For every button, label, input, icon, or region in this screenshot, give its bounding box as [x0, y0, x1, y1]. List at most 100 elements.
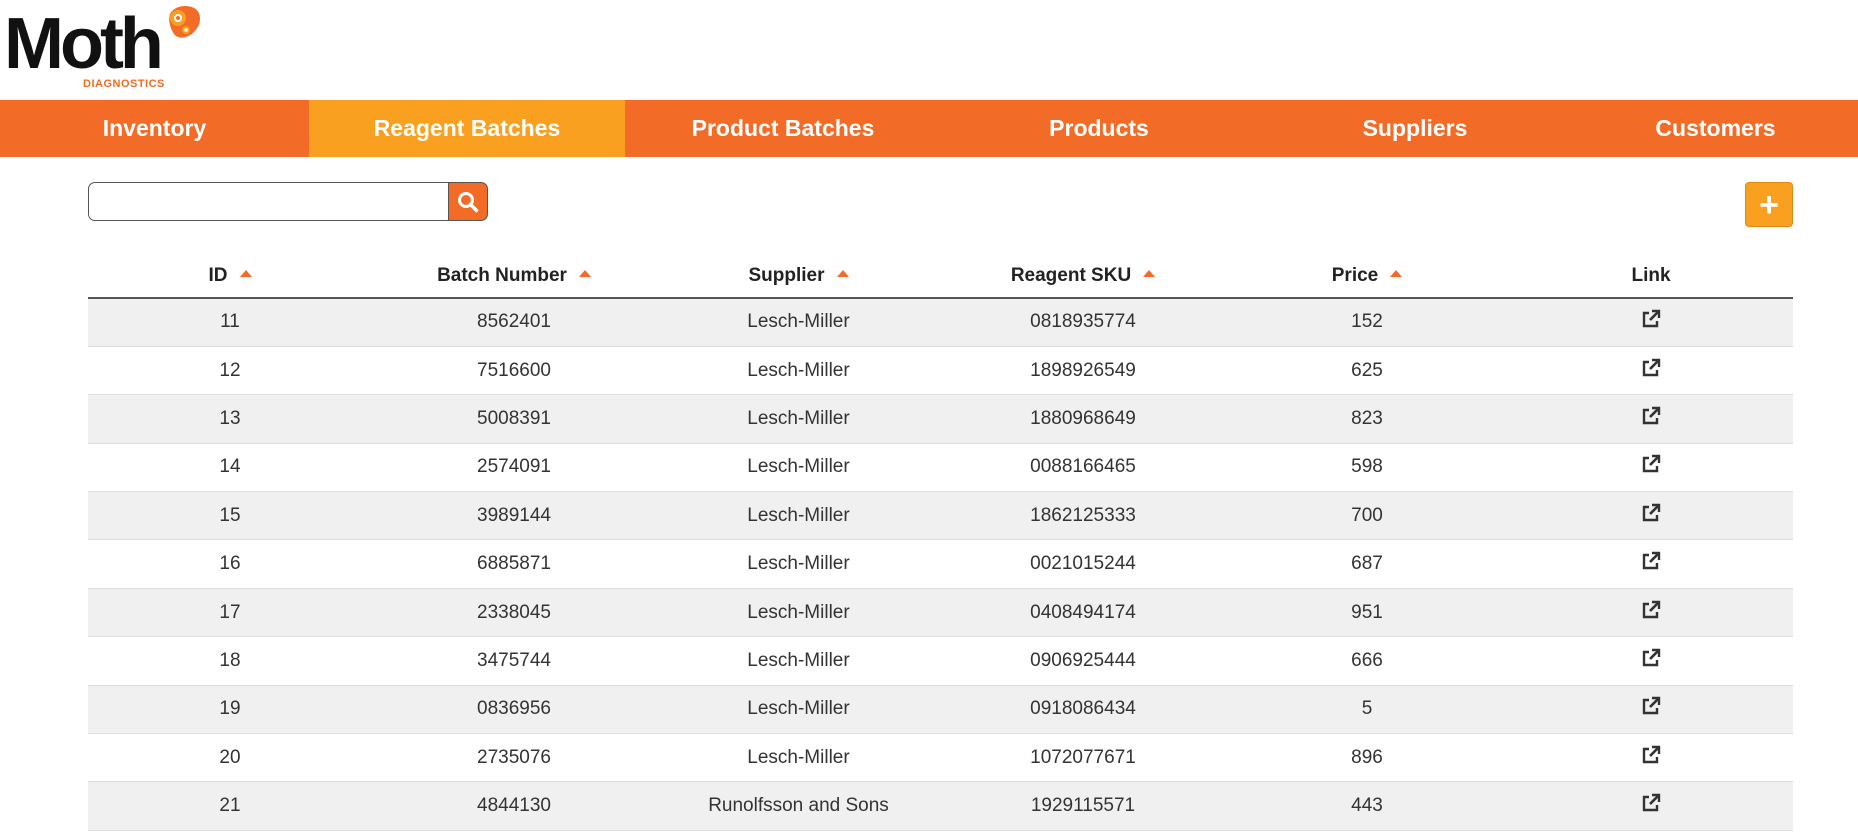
cell-batch-number: 0836956 [372, 685, 656, 735]
external-link-icon[interactable] [1641, 600, 1661, 626]
cell-link [1509, 394, 1793, 444]
nav-item-label: Customers [1655, 115, 1776, 141]
nav-item-inventory[interactable]: Inventory [0, 100, 309, 157]
external-link-icon[interactable] [1641, 454, 1661, 480]
main-nav: Inventory Reagent Batches Product Batche… [0, 100, 1858, 157]
external-link-icon[interactable] [1641, 406, 1661, 432]
external-link-icon[interactable] [1641, 696, 1661, 722]
nav-item-label: Reagent Batches [373, 115, 561, 141]
search-icon [458, 191, 479, 212]
cell-price: 443 [1225, 781, 1509, 831]
cell-link [1509, 491, 1793, 541]
column-header-label: Reagent SKU [1010, 265, 1132, 286]
logo-subtitle: DIAGNOSTICS [83, 78, 165, 90]
logo-wordmark: Moth [4, 4, 164, 84]
nav-item-product-batches[interactable]: Product Batches [625, 100, 941, 157]
logo[interactable]: Moth DIAGNOSTICS [4, 4, 204, 94]
sort-asc-icon[interactable] [1390, 270, 1403, 278]
table-header-row: ID Batch Number Supplier Reagent SKU Pri… [88, 255, 1793, 299]
table-row: 19 0836956 Lesch-Miller 0918086434 5 [88, 685, 1793, 735]
external-link-icon[interactable] [1641, 358, 1661, 384]
column-header-supplier[interactable]: Supplier [656, 255, 941, 299]
search-button[interactable] [448, 182, 488, 221]
cell-price: 951 [1225, 588, 1509, 638]
cell-batch-number: 8562401 [372, 298, 656, 347]
nav-item-products[interactable]: Products [941, 100, 1257, 157]
cell-id: 17 [88, 588, 372, 638]
cell-supplier: Lesch-Miller [656, 539, 941, 589]
cell-batch-number: 3989144 [372, 491, 656, 541]
cell-id: 20 [88, 733, 372, 783]
sort-asc-icon[interactable] [578, 270, 591, 278]
table-row: 17 2338045 Lesch-Miller 0408494174 951 [88, 588, 1793, 638]
cell-batch-number: 5008391 [372, 394, 656, 444]
cell-reagent-sku: 1072077671 [941, 733, 1225, 783]
cell-supplier: Lesch-Miller [656, 346, 941, 396]
cell-supplier: Runolfsson and Sons [656, 781, 941, 831]
column-header-reagent-sku[interactable]: Reagent SKU [941, 255, 1225, 299]
add-reagent-batch-button[interactable]: + [1745, 182, 1793, 227]
moth-logo-icon [169, 6, 200, 38]
cell-batch-number: 6885871 [372, 539, 656, 589]
cell-link [1509, 346, 1793, 396]
cell-batch-number: 2574091 [372, 443, 656, 493]
column-header-label: Price [1331, 265, 1379, 286]
cell-reagent-sku: 1929115571 [941, 781, 1225, 831]
column-header-label: Batch Number [437, 265, 567, 286]
search-input[interactable] [88, 182, 448, 221]
cell-price: 823 [1225, 394, 1509, 444]
cell-reagent-sku: 0021015244 [941, 539, 1225, 589]
cell-supplier: Lesch-Miller [656, 443, 941, 493]
table-row: 15 3989144 Lesch-Miller 1862125333 700 [88, 491, 1793, 541]
cell-price: 598 [1225, 443, 1509, 493]
cell-id: 12 [88, 346, 372, 396]
table-row: 21 4844130 Runolfsson and Sons 1929115571 44… [88, 781, 1793, 831]
reagent-batches-table: ID Batch Number Supplier Reagent SKU Pri… [88, 255, 1793, 831]
cell-link [1509, 685, 1793, 735]
cell-reagent-sku: 0818935774 [941, 298, 1225, 347]
cell-reagent-sku: 0906925444 [941, 636, 1225, 686]
cell-reagent-sku: 1880968649 [941, 394, 1225, 444]
sort-asc-icon[interactable] [239, 270, 252, 278]
cell-link [1509, 733, 1793, 783]
cell-supplier: Lesch-Miller [656, 685, 941, 735]
external-link-icon[interactable] [1641, 745, 1661, 771]
sort-asc-icon[interactable] [1143, 270, 1156, 278]
nav-item-suppliers[interactable]: Suppliers [1257, 100, 1573, 157]
nav-item-label: Products [1049, 115, 1149, 141]
cell-reagent-sku: 0408494174 [941, 588, 1225, 638]
table-row: 20 2735076 Lesch-Miller 1072077671 896 [88, 733, 1793, 783]
external-link-icon[interactable] [1641, 551, 1661, 577]
cell-batch-number: 2735076 [372, 733, 656, 783]
nav-item-reagent-batches[interactable]: Reagent Batches [309, 100, 625, 157]
sort-asc-icon[interactable] [836, 270, 849, 278]
column-header-label: ID [208, 265, 228, 286]
column-header-batch-number[interactable]: Batch Number [372, 255, 656, 299]
cell-reagent-sku: 1862125333 [941, 491, 1225, 541]
nav-item-customers[interactable]: Customers [1573, 100, 1858, 157]
external-link-icon[interactable] [1641, 648, 1661, 674]
nav-item-label: Inventory [102, 115, 207, 141]
cell-supplier: Lesch-Miller [656, 394, 941, 444]
cell-link [1509, 539, 1793, 589]
cell-id: 15 [88, 491, 372, 541]
external-link-icon[interactable] [1641, 503, 1661, 529]
column-header-link: Link [1509, 255, 1793, 299]
table-row: 16 6885871 Lesch-Miller 0021015244 687 [88, 539, 1793, 589]
cell-price: 152 [1225, 298, 1509, 347]
cell-id: 11 [88, 298, 372, 347]
column-header-id[interactable]: ID [88, 255, 372, 299]
external-link-icon[interactable] [1641, 309, 1661, 335]
cell-batch-number: 4844130 [372, 781, 656, 831]
column-header-price[interactable]: Price [1225, 255, 1509, 299]
table-row: 14 2574091 Lesch-Miller 0088166465 598 [88, 443, 1793, 493]
table-row: 11 8562401 Lesch-Miller 0818935774 152 [88, 298, 1793, 347]
table-row: 18 3475744 Lesch-Miller 0906925444 666 [88, 636, 1793, 686]
cell-reagent-sku: 1898926549 [941, 346, 1225, 396]
external-link-icon[interactable] [1641, 793, 1661, 819]
column-header-label: Link [1631, 265, 1671, 286]
search-bar [88, 182, 488, 221]
cell-link [1509, 298, 1793, 347]
cell-id: 13 [88, 394, 372, 444]
cell-reagent-sku: 0918086434 [941, 685, 1225, 735]
